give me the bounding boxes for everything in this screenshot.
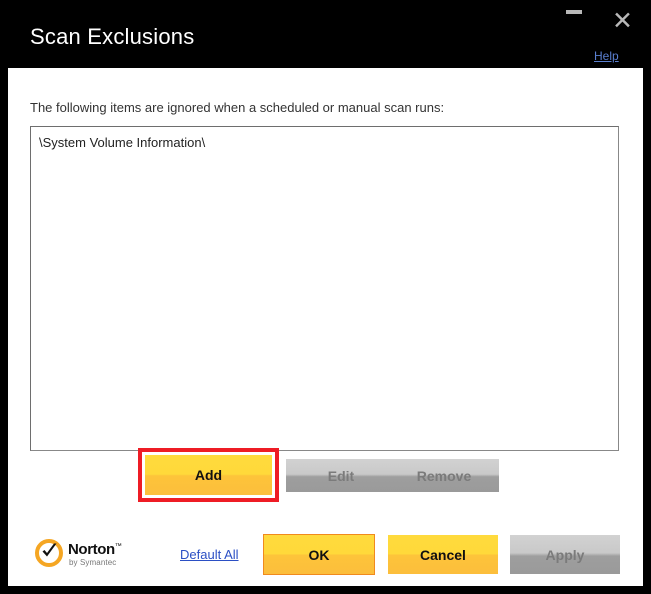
title-bar: Scan Exclusions ✕ Help bbox=[0, 0, 651, 68]
default-all-link[interactable]: Default All bbox=[180, 547, 239, 562]
page-title: Scan Exclusions bbox=[30, 24, 195, 49]
minimize-icon bbox=[566, 10, 582, 14]
content-panel: The following items are ignored when a s… bbox=[8, 68, 643, 586]
remove-button[interactable]: Remove bbox=[389, 459, 499, 492]
list-item[interactable]: \System Volume Information\ bbox=[31, 127, 618, 150]
scan-exclusions-window: Scan Exclusions ✕ Help The following ite… bbox=[0, 0, 651, 594]
add-button[interactable]: Add bbox=[145, 455, 272, 495]
footer-bar: Norton™ by Symantec Default All OK Cance… bbox=[8, 521, 643, 586]
add-button-highlight: Add bbox=[138, 448, 279, 502]
brand-subtitle: by Symantec bbox=[69, 558, 117, 567]
close-icon: ✕ bbox=[612, 6, 633, 35]
instruction-text: The following items are ignored when a s… bbox=[30, 100, 445, 115]
norton-logo: Norton™ by Symantec bbox=[35, 537, 145, 571]
ok-button[interactable]: OK bbox=[263, 534, 375, 575]
help-link[interactable]: Help bbox=[594, 49, 619, 63]
apply-button[interactable]: Apply bbox=[510, 535, 620, 574]
minimize-button[interactable] bbox=[566, 10, 582, 14]
checkmark-icon bbox=[42, 543, 57, 557]
brand-name: Norton™ bbox=[68, 541, 122, 558]
trademark-symbol: ™ bbox=[114, 543, 122, 550]
exclusions-listbox[interactable]: \System Volume Information\ bbox=[30, 126, 619, 451]
edit-button[interactable]: Edit bbox=[286, 459, 396, 492]
close-button[interactable]: ✕ bbox=[612, 8, 633, 33]
cancel-button[interactable]: Cancel bbox=[388, 535, 498, 574]
